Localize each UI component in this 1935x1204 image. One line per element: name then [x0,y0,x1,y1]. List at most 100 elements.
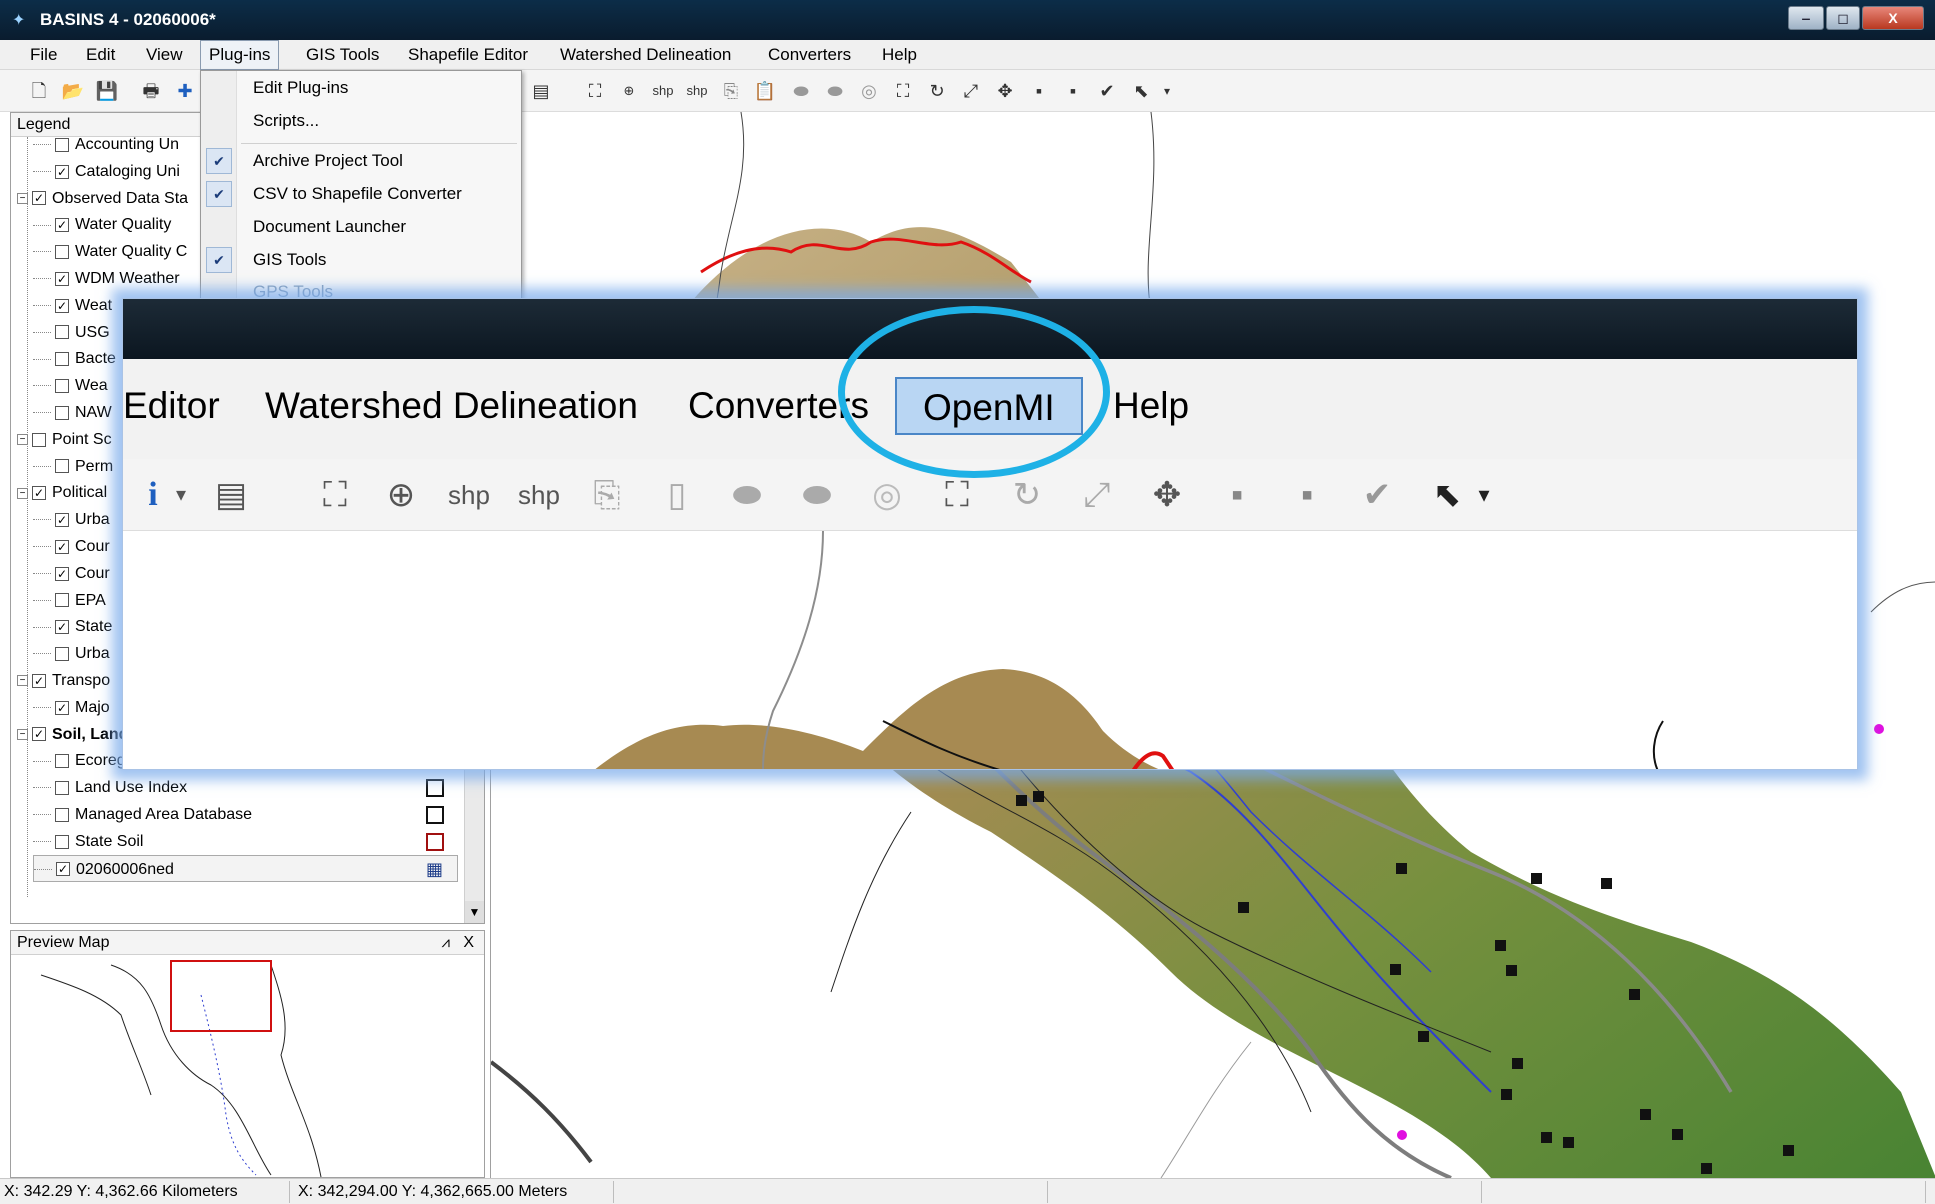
menu-plugins[interactable]: Plug-ins [200,40,280,70]
add-shape-icon[interactable]: ⊕ [616,78,642,104]
remove-vertex-icon[interactable]: ▪ [1060,78,1086,104]
layer-checkbox[interactable] [55,378,69,393]
layer-checkbox[interactable]: ✓ [56,862,70,877]
legend-row[interactable]: ✓ Weat [33,292,112,319]
select-features-icon[interactable]: ⛶ [582,78,608,104]
menu-edit[interactable]: Edit [78,40,123,70]
zoom-menu-editor[interactable]: Editor [123,377,220,435]
legend-row[interactable]: Wea [33,372,108,399]
collapse-icon[interactable]: − [17,487,28,499]
add-vertex-icon[interactable]: ▪ [1026,78,1052,104]
merge-icon[interactable]: ⬬ [719,469,775,521]
layer-checkbox[interactable] [55,325,69,340]
preview-map-canvas[interactable] [11,955,484,1178]
layer-checkbox[interactable] [55,244,69,259]
legend-row[interactable]: Urba [33,640,110,667]
legend-row[interactable]: Managed Area Database [33,801,252,828]
paste-icon[interactable]: 📋 [752,78,778,104]
layer-checkbox[interactable]: ✓ [55,566,69,581]
legend-row[interactable]: USG [33,319,110,346]
legend-row[interactable]: Bacte [33,345,116,372]
legend-row[interactable]: ✓ Cour [33,560,110,587]
menu-item-archive-project-tool[interactable]: Archive Project Tool [253,146,403,176]
menu-item-edit-plugins[interactable]: Edit Plug-ins [253,73,348,103]
menu-help[interactable]: Help [874,40,925,70]
legend-row[interactable]: Land Use Index [33,774,187,801]
legend-row[interactable]: ✓ Cataloging Uni [33,158,180,185]
layer-checkbox[interactable] [55,459,69,474]
intersect-icon[interactable]: ◎ [856,78,882,104]
layer-checkbox[interactable]: ✓ [55,539,69,554]
menu-converters[interactable]: Converters [760,40,859,70]
shp-icon-2[interactable]: shp [509,469,569,521]
minimize-button[interactable]: ‒ [1788,6,1824,30]
menu-view[interactable]: View [138,40,191,70]
menu-file[interactable]: File [22,40,65,70]
legend-row[interactable]: − ✓ Transpo [17,667,110,694]
rotate-icon[interactable]: ↻ [999,469,1055,521]
collapse-icon[interactable]: − [17,728,28,740]
layer-checkbox[interactable]: ✓ [55,218,69,233]
shp-icon-1[interactable]: shp [439,469,499,521]
chevron-down-icon[interactable]: ▾ [1154,78,1180,104]
legend-row[interactable]: ✓ WDM Weather [33,265,180,292]
collapse-icon[interactable]: − [17,434,28,446]
intersect-icon[interactable]: ◎ [859,469,915,521]
copy-icon[interactable]: ⎘ [718,78,744,104]
layer-checkbox[interactable]: ✓ [55,620,69,635]
layer-checkbox[interactable] [55,780,69,795]
union-icon[interactable]: ⬬ [789,469,845,521]
layer-checkbox[interactable] [55,593,69,608]
legend-row[interactable]: ✓ 02060006ned [33,854,458,882]
menu-shapefile-editor[interactable]: Shapefile Editor [400,40,536,70]
legend-row[interactable]: − Point Sc [17,426,112,453]
legend-row[interactable]: NAW [33,399,112,426]
layer-checkbox[interactable] [55,834,69,849]
layer-checkbox[interactable] [55,405,69,420]
zoom-menu-watershed-delineation[interactable]: Watershed Delineation [265,377,638,435]
add-shape-icon[interactable]: ⊕ [373,469,429,521]
legend-row[interactable]: Water Quality C [33,238,187,265]
layer-checkbox[interactable]: ✓ [55,512,69,527]
legend-row[interactable]: EPA [33,587,106,614]
legend-row[interactable]: Perm [33,453,113,480]
print-icon[interactable]: 🖶 [138,78,164,104]
layer-checkbox[interactable] [55,646,69,661]
maximize-button[interactable]: ◻ [1826,6,1860,30]
attribute-table-icon[interactable]: ▤ [203,469,259,521]
info-icon[interactable]: i [133,469,173,521]
legend-row[interactable]: ✓ Majo [33,694,110,721]
rotate-icon[interactable]: ↻ [924,78,950,104]
shp-icon-2[interactable]: shp [684,78,710,104]
move-icon[interactable]: ✥ [992,78,1018,104]
copy-icon[interactable]: ⎘ [579,469,635,521]
layer-checkbox[interactable] [55,807,69,822]
collapse-icon[interactable]: − [17,675,28,687]
pin-icon[interactable]: ⩘ [442,931,450,955]
collapse-icon[interactable]: − [17,192,28,204]
legend-row[interactable]: − ✓ Political [17,479,107,506]
layer-checkbox[interactable] [55,137,69,152]
resize-icon[interactable]: ⤢ [958,78,984,104]
remove-vertex-icon[interactable]: ▪ [1279,469,1335,521]
menu-watershed-delineation[interactable]: Watershed Delineation [552,40,739,70]
pointer-icon[interactable]: ⬉ [1128,78,1154,104]
legend-row[interactable]: − ✓ Observed Data Sta [17,185,188,212]
menu-item-scripts[interactable]: Scripts... [253,106,319,136]
move-vertex-icon[interactable]: ⛶ [890,78,916,104]
save-icon[interactable]: 💾 [94,78,120,104]
legend-row[interactable]: ✓ State [33,613,112,640]
layer-checkbox[interactable] [55,754,69,769]
new-file-icon[interactable]: 🗋 [26,78,52,104]
finish-check-icon[interactable]: ✔ [1094,78,1120,104]
scroll-down-icon[interactable]: ▼ [465,901,484,923]
layer-checkbox[interactable] [55,352,69,367]
layer-checkbox[interactable]: ✓ [32,673,46,688]
legend-row[interactable]: ✓ Water Quality [33,211,171,238]
menu-gis-tools[interactable]: GIS Tools [298,40,387,70]
menu-item-gis-tools[interactable]: GIS Tools [253,245,326,275]
select-features-icon[interactable]: ⛶ [307,469,363,521]
layer-checkbox[interactable]: ✓ [32,191,46,206]
close-icon[interactable]: X [463,931,474,955]
add-layer-icon[interactable]: ✚ [172,78,198,104]
